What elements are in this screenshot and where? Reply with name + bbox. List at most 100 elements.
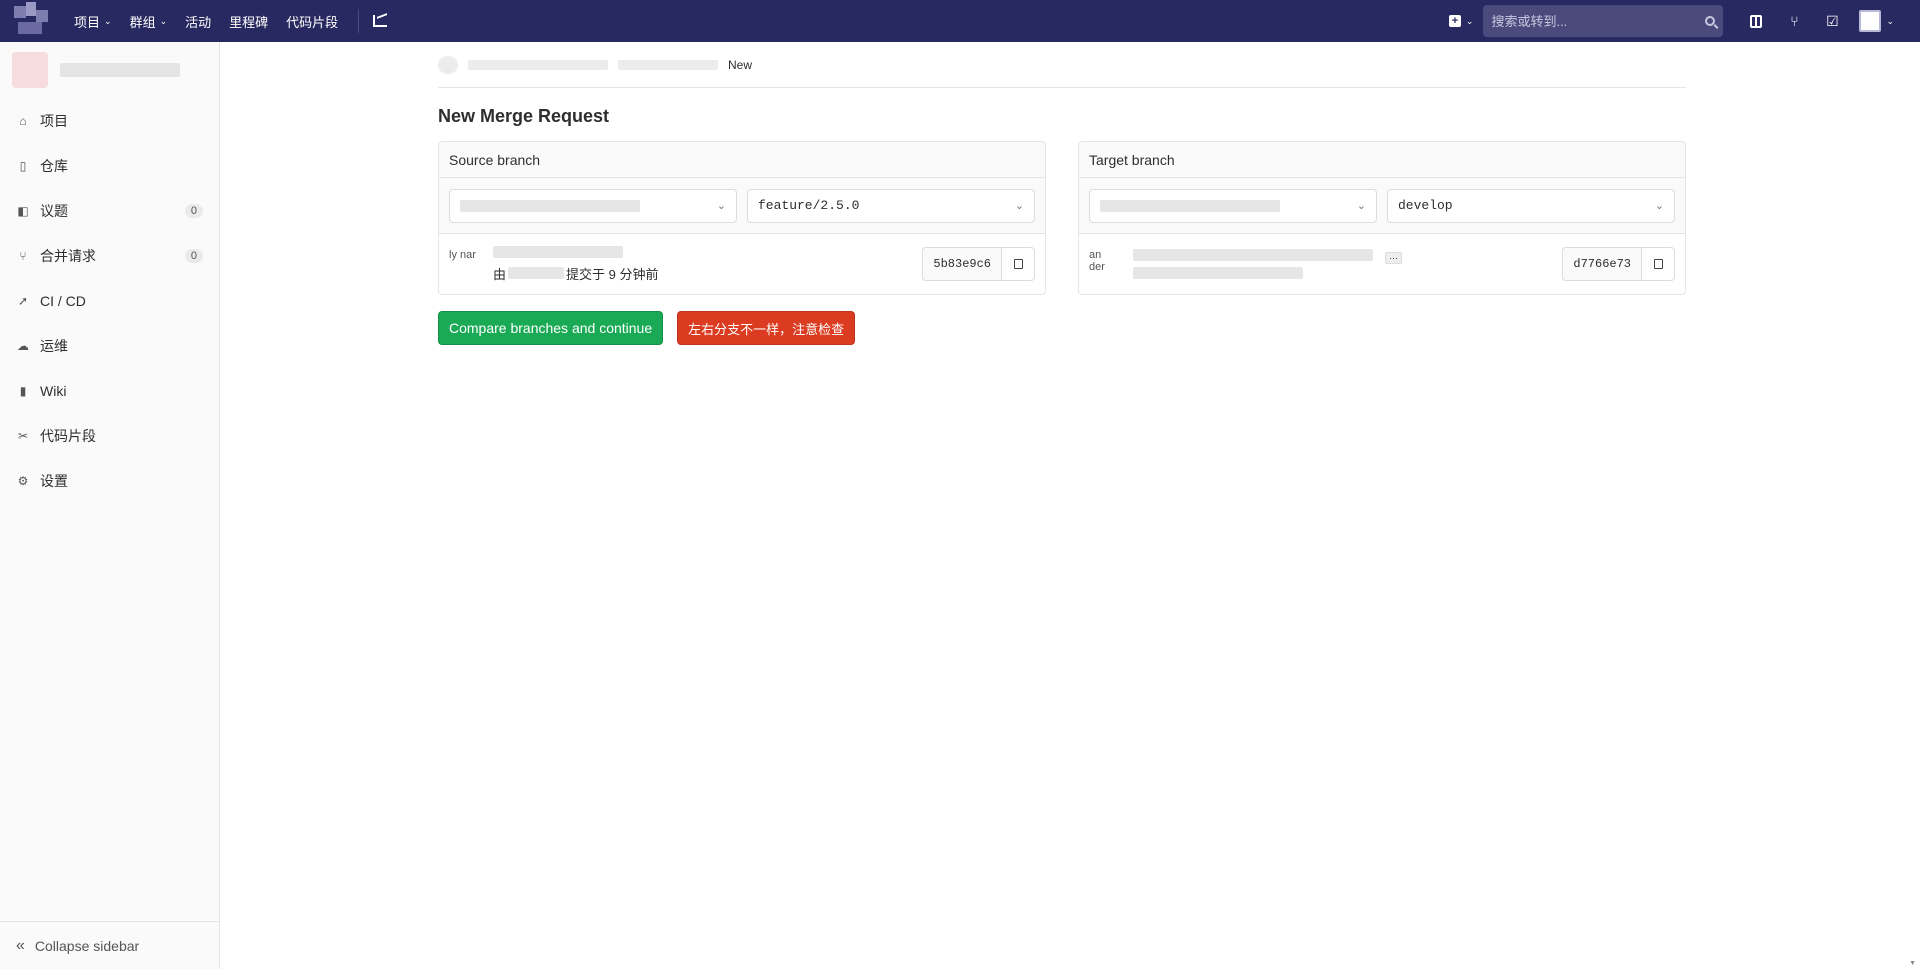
chevron-down-icon: ⌄: [1014, 199, 1024, 212]
sidebar-item-label: CI / CD: [40, 292, 86, 309]
target-branch-panel: Target branch ⌄ develop ⌄ an der ··· d77…: [1078, 141, 1686, 295]
source-branch-panel: Source branch ⌄ feature/2.5.0 ⌄ ly nar 由: [438, 141, 1046, 295]
target-project-select[interactable]: ⌄: [1089, 188, 1377, 223]
target-project-redacted: [1100, 199, 1280, 212]
compare-branches-button[interactable]: Compare branches and continue: [438, 311, 664, 345]
source-branch-select[interactable]: feature/2.5.0 ⌄: [747, 188, 1035, 223]
copy-target-sha-button[interactable]: [1641, 247, 1675, 281]
todos-nav-button[interactable]: ☑: [1813, 0, 1851, 42]
source-commit-sha[interactable]: 5b83e9c6: [922, 247, 1001, 281]
sidebar-item-8[interactable]: ⚙ 设置: [0, 458, 219, 503]
breadcrumb-group-redacted[interactable]: [468, 59, 608, 70]
scroll-down-arrow-icon[interactable]: ▼: [1909, 960, 1916, 967]
todo-check-icon: ☑: [1826, 12, 1839, 29]
copy-icon: [1650, 256, 1663, 269]
commit-author-redacted[interactable]: [508, 267, 565, 279]
scissors-icon: ✂: [17, 428, 29, 443]
issues-nav-button[interactable]: [1737, 0, 1775, 42]
search-input[interactable]: [1491, 13, 1706, 29]
chevron-down-icon: ⌄: [716, 199, 726, 212]
cloud-gear-icon: ☁: [17, 338, 29, 353]
target-commit-sha[interactable]: d7766e73: [1562, 247, 1641, 281]
nav-activity[interactable]: 活动: [185, 12, 211, 31]
copy-source-sha-button[interactable]: [1001, 247, 1035, 281]
search-icon: [1705, 16, 1716, 26]
sidebar-item-label: 仓库: [40, 157, 68, 174]
gitlab-logo[interactable]: [10, 0, 56, 42]
sidebar-item-label: Wiki: [40, 382, 67, 399]
sidebar-item-label: 代码片段: [40, 427, 96, 444]
breadcrumb-current: New: [728, 57, 753, 72]
issues-icon: ◧: [17, 203, 29, 218]
issues-icon: [1750, 14, 1763, 28]
expand-commit-button[interactable]: ···: [1385, 252, 1402, 264]
main-content: New New Merge Request Source branch ⌄ fe…: [438, 42, 1686, 345]
chevron-down-icon: ⌄: [1356, 199, 1366, 212]
double-chevron-left-icon: «: [16, 936, 25, 954]
commit-meta: 由 提交于 9 分钟前: [493, 266, 659, 282]
chevron-down-icon: ⌄: [1654, 199, 1664, 212]
project-header[interactable]: [0, 42, 219, 98]
file-icon: ▯: [19, 158, 27, 173]
target-commit-row: an der ··· d7766e73: [1079, 234, 1685, 294]
collapse-sidebar-label: Collapse sidebar: [34, 937, 140, 954]
breadcrumb: New: [438, 42, 1686, 88]
search-box[interactable]: [1483, 5, 1724, 37]
target-branch-value: develop: [1398, 198, 1453, 213]
new-dropdown-button[interactable]: + ⌄: [1448, 15, 1474, 27]
sidebar-item-label: 运维: [40, 337, 68, 354]
sidebar-item-label: 项目: [40, 112, 68, 129]
collapse-sidebar-button[interactable]: « Collapse sidebar: [0, 921, 219, 969]
source-project-select[interactable]: ⌄: [449, 188, 737, 223]
commit-title-redacted[interactable]: [493, 245, 623, 258]
sidebar-item-7[interactable]: ✂ 代码片段: [0, 413, 219, 458]
merge-requests-nav-button[interactable]: ⑂: [1775, 0, 1813, 42]
sidebar-item-1[interactable]: ▯ 仓库: [0, 143, 219, 188]
user-avatar: [1859, 10, 1882, 32]
target-branch-heading: Target branch: [1079, 142, 1685, 178]
copy-icon: [1010, 256, 1023, 269]
merge-request-icon: ⑂: [19, 248, 27, 263]
top-navbar: 项目⌄ 群组⌄ 活动 里程碑 代码片段 + ⌄ ⑂ ☑ ⌄: [0, 0, 1920, 42]
sidebar-item-label: 设置: [40, 472, 68, 489]
sidebar-item-6[interactable]: ▮ Wiki: [0, 368, 219, 413]
commit-author-avatar[interactable]: an der: [1089, 249, 1119, 279]
nav-divider: [358, 9, 360, 33]
rocket-icon: ➚: [17, 293, 29, 308]
source-project-redacted: [460, 199, 640, 212]
nav-groups[interactable]: 群组 ⌄: [130, 12, 168, 31]
plus-square-icon: +: [1448, 15, 1461, 27]
chart-icon: [373, 15, 388, 27]
sidebar-item-0[interactable]: ⌂ 项目: [0, 98, 219, 143]
sidebar-item-4[interactable]: ➚ CI / CD: [0, 278, 219, 323]
nav-snippets[interactable]: 代码片段: [286, 12, 338, 31]
nav-projects[interactable]: 项目 ⌄: [74, 12, 112, 31]
breadcrumb-project-redacted[interactable]: [618, 59, 718, 70]
commit-author-avatar[interactable]: ly nar: [449, 249, 479, 279]
sidebar-item-5[interactable]: ☁ 运维: [0, 323, 219, 368]
page-scrollbar[interactable]: ▼: [1906, 42, 1920, 969]
user-menu-button[interactable]: ⌄: [1859, 10, 1894, 32]
count-badge: 0: [184, 248, 203, 263]
chevron-down-icon: ⌄: [159, 15, 168, 26]
analytics-button[interactable]: [373, 15, 388, 27]
sidebar-item-3[interactable]: ⑂ 合并请求 0: [0, 233, 219, 278]
sidebar-item-label: 合并请求: [40, 247, 96, 264]
merge-request-icon: ⑂: [1790, 13, 1799, 29]
book-icon: ▮: [19, 383, 27, 398]
source-branch-heading: Source branch: [439, 142, 1045, 178]
source-commit-row: ly nar 由 提交于 9 分钟前 5b83e9c6: [439, 234, 1045, 294]
project-sidebar: ⌂ 项目 ▯ 仓库 ◧ 议题 0 ⑂ 合并请求 0 ➚ CI / CD ☁ 运维 ▮ Wiki ✂ 代码片段 ⚙ 设置…: [0, 42, 220, 969]
target-branch-select[interactable]: develop ⌄: [1387, 188, 1675, 223]
sidebar-item-2[interactable]: ◧ 议题 0: [0, 188, 219, 233]
count-badge: 0: [184, 203, 203, 218]
chevron-down-icon: ⌄: [1465, 15, 1474, 26]
commit-title-redacted[interactable]: [1133, 249, 1373, 261]
page-title: New Merge Request: [438, 106, 610, 126]
commit-meta-redacted: [1133, 267, 1303, 279]
nav-milestones[interactable]: 里程碑: [229, 12, 268, 31]
branch-warning-button[interactable]: 左右分支不一样，注意检查: [677, 311, 856, 345]
chevron-down-icon: ⌄: [1886, 15, 1894, 26]
sidebar-item-label: 议题: [40, 202, 68, 219]
source-branch-value: feature/2.5.0: [758, 198, 860, 213]
